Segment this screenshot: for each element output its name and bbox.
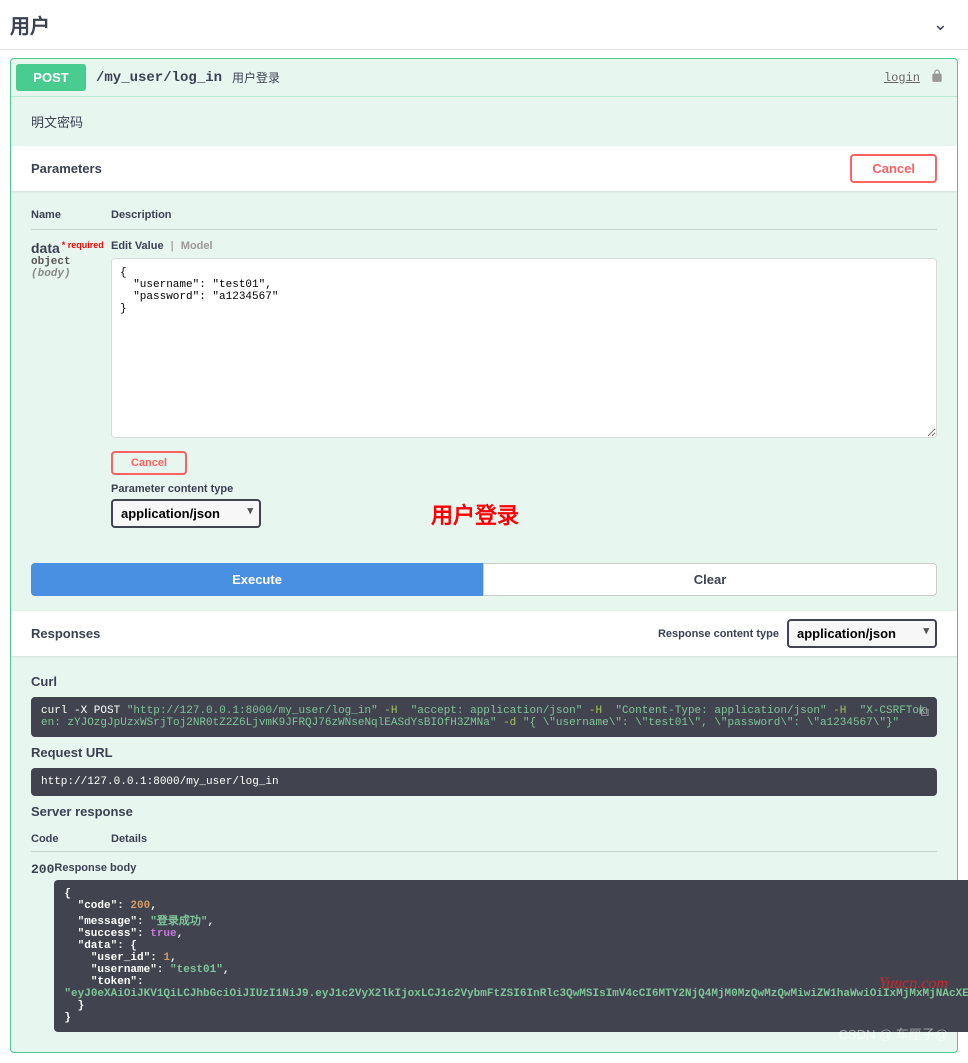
param-type: object xyxy=(31,256,111,268)
method-badge: POST xyxy=(16,64,86,91)
response-body-label: Response body xyxy=(54,862,968,874)
operation-summary[interactable]: POST /my_user/log_in 用户登录 login xyxy=(11,59,957,96)
responses-bar: Responses Response content type applicat… xyxy=(11,611,957,656)
copy-icon[interactable]: ⧉ xyxy=(919,705,929,721)
lock-icon[interactable] xyxy=(930,69,944,86)
execute-button[interactable]: Execute xyxy=(31,563,483,596)
col-code-header: Code xyxy=(31,833,111,845)
request-url-label: Request URL xyxy=(31,745,937,760)
try-cancel-button[interactable]: Cancel xyxy=(850,154,937,183)
param-cancel-button[interactable]: Cancel xyxy=(111,451,187,475)
parameters-bar: Parameters Cancel xyxy=(11,146,957,191)
annotation-text: 用户登录 xyxy=(431,498,519,530)
operation-desc: 用户登录 xyxy=(232,69,280,86)
operation-path: /my_user/log_in xyxy=(86,70,232,86)
request-url-block: http://127.0.0.1:8000/my_user/log_in xyxy=(31,768,937,796)
server-response-label: Server response xyxy=(31,804,937,819)
response-content-type-select[interactable]: application/json xyxy=(787,619,937,648)
response-code: 200 xyxy=(31,862,54,877)
curl-label: Curl xyxy=(31,674,937,689)
section-header[interactable]: 用户 ⌄ xyxy=(0,0,968,50)
chevron-down-icon[interactable]: ⌄ xyxy=(933,14,948,35)
response-body-block: { "code": 200, "message": "登录成功", "succe… xyxy=(54,880,968,1032)
param-content-type-label: Parameter content type xyxy=(111,483,937,495)
required-marker: * required xyxy=(60,240,104,250)
tab-edit-value[interactable]: Edit Value xyxy=(111,240,164,252)
col-desc-header: Description xyxy=(111,209,937,221)
operation-block: POST /my_user/log_in 用户登录 login 明文密码 Par… xyxy=(10,58,958,1053)
curl-block: curl -X POST "http://127.0.0.1:8000/my_u… xyxy=(31,697,937,737)
clear-button[interactable]: Clear xyxy=(483,563,937,596)
param-in: (body) xyxy=(31,268,111,280)
operation-description: 明文密码 xyxy=(11,97,957,146)
param-name: data xyxy=(31,240,60,256)
col-name-header: Name xyxy=(31,209,111,221)
section-title: 用户 xyxy=(10,10,50,39)
responses-title: Responses xyxy=(31,626,100,641)
col-details-header: Details xyxy=(111,833,937,845)
tab-model[interactable]: Model xyxy=(181,240,213,252)
response-content-type-label: Response content type xyxy=(658,628,779,640)
body-textarea[interactable] xyxy=(111,258,937,438)
table-row: data* required object (body) Edit Value … xyxy=(31,230,937,538)
param-content-type-select[interactable]: application/json xyxy=(111,499,261,528)
auth-link[interactable]: login xyxy=(884,71,920,85)
parameters-title: Parameters xyxy=(31,161,102,176)
response-row: 200 Response body { "code": 200, "messag… xyxy=(31,852,937,1042)
